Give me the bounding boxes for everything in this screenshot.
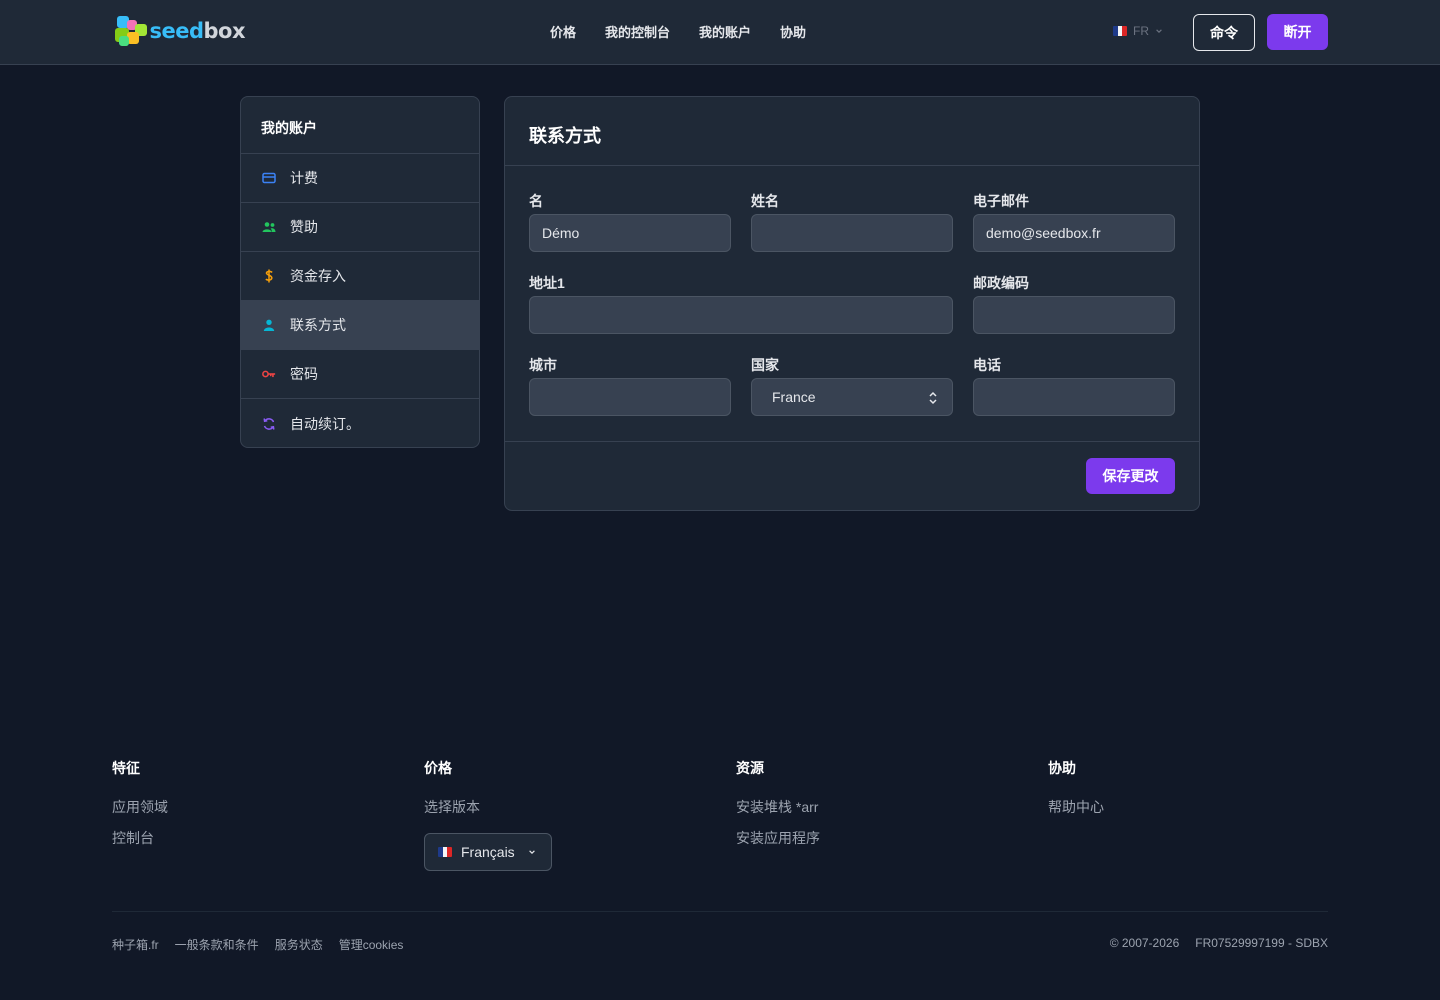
footer-pricing-title: 价格 (424, 760, 452, 776)
footer-link-use-cases[interactable]: 应用领域 (112, 797, 168, 817)
sidebar-title: 我的账户 (241, 97, 479, 154)
sidebar-item-label: 自动续订。 (290, 415, 360, 432)
address-input[interactable] (529, 296, 953, 334)
sidebar-item-label: 联系方式 (290, 317, 346, 333)
form-title: 联系方式 (505, 97, 1199, 166)
user-icon (262, 318, 276, 332)
footer-link-dashboard[interactable]: 控制台 (112, 828, 168, 848)
city-label: 城市 (529, 357, 557, 373)
footer-divider (112, 911, 1328, 912)
main-nav: 价格 我的控制台 我的账户 协助 (550, 22, 806, 41)
sidebar-item-label: 资金存入 (290, 268, 346, 284)
email-input[interactable] (973, 214, 1175, 252)
footer-language-select[interactable]: Français (424, 833, 552, 871)
sidebar-item-contact[interactable]: 联系方式 (241, 301, 479, 350)
last-name-label: 姓名 (751, 193, 779, 209)
account-sidebar: 我的账户 计费 赞助 资金存入 联系方式 密码 自动续订。 (240, 96, 480, 448)
seedbox-logo[interactable]: seedbox (113, 14, 245, 48)
phone-input[interactable] (973, 378, 1175, 416)
save-changes-button[interactable]: 保存更改 (1086, 458, 1175, 494)
footer-link-help-center[interactable]: 帮助中心 (1048, 797, 1104, 817)
footer-legal: © 2007-2026 FR07529997199 - SDBX (1110, 936, 1328, 950)
sidebar-item-label: 赞助 (290, 219, 318, 235)
logout-button[interactable]: 断开 (1267, 14, 1328, 50)
footer-pricing-column: 价格 选择版本 (424, 758, 480, 828)
nav-account[interactable]: 我的账户 (699, 22, 751, 41)
refresh-icon (262, 417, 276, 431)
orders-button[interactable]: 命令 (1193, 14, 1255, 51)
postal-code-label: 邮政编码 (973, 275, 1029, 291)
footer-help-column: 协助 帮助中心 (1048, 758, 1104, 828)
sidebar-item-label: 计费 (290, 170, 318, 186)
key-icon (262, 367, 276, 381)
footer-link-home[interactable]: 种子箱.fr (112, 936, 159, 953)
footer-bottom-links: 种子箱.fr 一般条款和条件 服务状态 管理cookies (112, 936, 403, 953)
logo-icon (113, 14, 148, 48)
city-input[interactable] (529, 378, 731, 416)
footer-resources-column: 资源 安装堆栈 *arr 安装应用程序 (736, 758, 820, 859)
footer-link-choose-plan[interactable]: 选择版本 (424, 797, 480, 817)
footer-language-value: Français (461, 844, 515, 860)
first-name-input[interactable] (529, 214, 731, 252)
dollar-icon (262, 269, 276, 283)
country-label: 国家 (751, 357, 779, 373)
phone-label: 电话 (973, 357, 1001, 373)
chevron-down-icon (528, 850, 535, 855)
credit-card-icon (262, 171, 276, 185)
nav-help[interactable]: 协助 (780, 22, 806, 41)
sidebar-item-auto-renewal[interactable]: 自动续订。 (241, 399, 479, 447)
users-icon (262, 220, 276, 234)
footer-link-install-arr-stack[interactable]: 安装堆栈 *arr (736, 797, 820, 817)
first-name-label: 名 (529, 193, 543, 209)
email-label: 电子邮件 (973, 193, 1029, 209)
chevron-down-icon (1156, 29, 1162, 34)
nav-pricing[interactable]: 价格 (550, 22, 576, 41)
sidebar-item-label: 密码 (290, 366, 318, 382)
sidebar-item-billing[interactable]: 计费 (241, 154, 479, 203)
last-name-input[interactable] (751, 214, 953, 252)
france-flag-icon (1113, 26, 1127, 36)
language-code: FR (1133, 24, 1149, 38)
top-navbar: seedbox 价格 我的控制台 我的账户 协助 FR 命令 断开 (0, 0, 1440, 65)
select-updown-icon (929, 391, 937, 405)
logo-wordmark: seedbox (149, 19, 245, 43)
france-flag-icon (438, 847, 452, 857)
footer-link-terms[interactable]: 一般条款和条件 (175, 936, 259, 953)
footer-link-cookies[interactable]: 管理cookies (339, 936, 404, 953)
sidebar-item-sponsorship[interactable]: 赞助 (241, 203, 479, 252)
footer-help-title: 协助 (1048, 760, 1076, 776)
footer-features-title: 特征 (112, 760, 140, 776)
country-value: France (772, 389, 816, 405)
company-id-text: FR07529997199 - SDBX (1195, 936, 1328, 950)
footer-link-install-apps[interactable]: 安装应用程序 (736, 828, 820, 848)
form-footer-divider (505, 441, 1199, 442)
nav-dashboard[interactable]: 我的控制台 (605, 22, 670, 41)
footer-resources-title: 资源 (736, 760, 764, 776)
country-select[interactable]: France (751, 378, 953, 416)
footer-features-column: 特征 应用领域 控制台 (112, 758, 168, 859)
sidebar-item-deposit[interactable]: 资金存入 (241, 252, 479, 301)
contact-form-card: 联系方式 名 姓名 电子邮件 地址1 邮政编码 城市 国家 France 电话 … (504, 96, 1200, 511)
language-switcher[interactable]: FR (1113, 24, 1163, 38)
sidebar-item-password[interactable]: 密码 (241, 350, 479, 399)
copyright-text: © 2007-2026 (1109, 936, 1180, 950)
address-label: 地址1 (529, 275, 565, 291)
footer-link-status[interactable]: 服务状态 (275, 936, 323, 953)
postal-code-input[interactable] (973, 296, 1175, 334)
